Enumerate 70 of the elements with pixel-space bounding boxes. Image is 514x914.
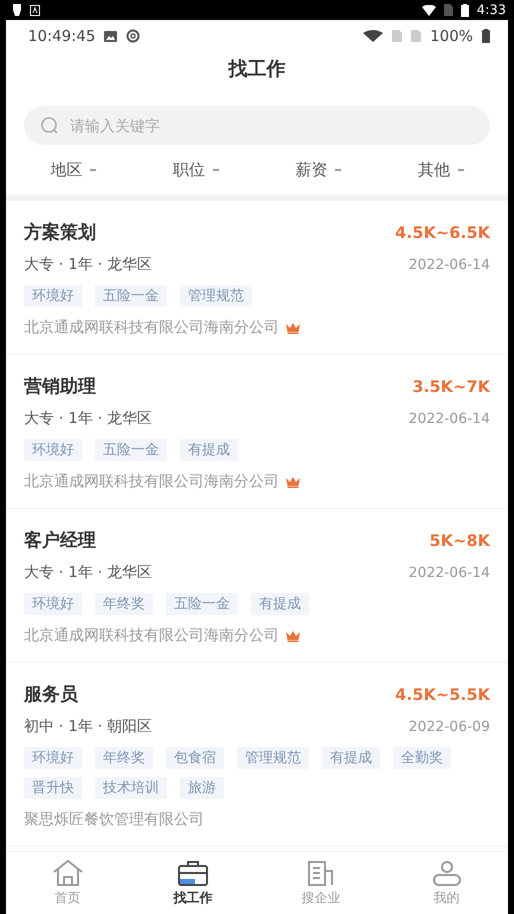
post-date: 2022-06-14: [408, 410, 490, 426]
tab-item[interactable]: 找工作: [166, 852, 220, 914]
benefit-tag: 管理规范: [180, 285, 252, 307]
benefit-tag: 五险一金: [95, 285, 167, 307]
benefit-tag: 环境好: [24, 285, 82, 307]
salary: 3.5K~7K: [412, 376, 490, 396]
benefit-tag: 环境好: [24, 439, 82, 461]
image-icon: [104, 30, 118, 42]
benefit-tag: 年终奖: [95, 747, 153, 769]
salary: 4.5K~5.5K: [395, 684, 490, 704]
benefit-tag: 有提成: [322, 747, 380, 769]
battery-level: 100%: [430, 27, 473, 45]
no-sim-icon: [444, 4, 453, 16]
notification-icon: [30, 4, 40, 16]
company-name: 北京通成网联科技有限公司海南分公司: [24, 626, 279, 645]
caret-icon: [90, 169, 96, 171]
no-sim-icon: [392, 30, 402, 42]
post-date: 2022-06-09: [408, 718, 490, 734]
company-name: 聚思烁匠餐饮管理有限公司: [24, 810, 204, 829]
briefcase-icon: [176, 859, 210, 887]
salary: 4.5K~6.5K: [395, 222, 490, 242]
wifi-icon: [363, 30, 384, 42]
system-time: 4:33: [476, 2, 506, 18]
job-requirements: 大专 · 1年 · 龙华区: [24, 409, 152, 428]
salary: 5K~8K: [430, 530, 490, 550]
benefit-tag: 五险一金: [166, 593, 238, 615]
post-date: 2022-06-14: [408, 564, 490, 580]
search-icon: [40, 116, 60, 136]
benefit-tag: 管理规范: [237, 747, 309, 769]
caret-icon: [212, 169, 219, 171]
no-sim-icon: [411, 30, 422, 42]
benefit-tag: 技术培训: [95, 777, 167, 799]
filter-dropdown[interactable]: 职位: [168, 158, 223, 182]
notification-icon: [12, 4, 22, 16]
benefit-tag: 全勤奖: [393, 747, 451, 769]
battery-icon: [482, 29, 490, 43]
benefit-tag: 旅游: [180, 777, 224, 799]
job-card[interactable]: 营销助理 3.5K~7K 大专 · 1年 · 龙华区 2022-06-14 环境好 五险一金 有提成 北京通成网联科技有限公司海南分公司: [6, 355, 508, 509]
wifi-icon: [422, 4, 436, 16]
company-name: 北京通成网联科技有限公司海南分公司: [24, 318, 279, 337]
filter-dropdown[interactable]: 其他: [414, 158, 468, 182]
job-requirements: 初中 · 1年 · 朝阳区: [24, 717, 152, 736]
benefit-tag: 有提成: [180, 439, 238, 461]
post-date: 2022-06-14: [408, 256, 490, 272]
benefit-tag: 年终奖: [95, 593, 153, 615]
job-title: 客户经理: [24, 529, 96, 552]
benefit-tag: 有提成: [251, 593, 309, 615]
page-title: 找工作: [228, 57, 286, 82]
benefit-tag: 五险一金: [95, 439, 167, 461]
company-name: 北京通成网联科技有限公司海南分公司: [24, 472, 279, 491]
job-card[interactable]: 客户经理 5K~8K 大专 · 1年 · 龙华区 2022-06-14 环境好 年终奖 五险一金 有提成 北京通成网联科技有限公司海南分公司: [6, 509, 508, 663]
caret-icon: [458, 169, 464, 171]
filter-dropdown[interactable]: 薪资: [291, 158, 346, 182]
caret-icon: [335, 169, 342, 171]
benefit-tag: 环境好: [24, 593, 82, 615]
job-card[interactable]: 服务员 4.5K~5.5K 初中 · 1年 · 朝阳区 2022-06-09 环境好 年终奖 包食宿 管理规范 有提成 全勤奖 晋升快 技术培训 旅游 聚思烁匠餐饮管理有限公司: [6, 663, 508, 847]
filter-dropdown[interactable]: 地区: [46, 158, 100, 182]
search-field[interactable]: 请输入关键字: [24, 106, 490, 145]
benefit-tag: 环境好: [24, 747, 82, 769]
job-requirements: 大专 · 1年 · 龙华区: [24, 563, 152, 582]
home-icon: [50, 859, 84, 887]
benefit-tag: 晋升快: [24, 777, 82, 799]
job-title: 服务员: [24, 683, 78, 706]
job-requirements: 大专 · 1年 · 龙华区: [24, 255, 152, 274]
job-title: 营销助理: [24, 375, 96, 398]
battery-icon: [460, 4, 469, 16]
job-card[interactable]: 方案策划 4.5K~6.5K 大专 · 1年 · 龙华区 2022-06-14 环境好 五险一金 管理规范 北京通成网联科技有限公司海南分公司: [6, 201, 508, 355]
status-time: 10:49:45: [28, 27, 96, 45]
job-title: 方案策划: [24, 221, 96, 244]
benefit-tag: 包食宿: [166, 747, 224, 769]
